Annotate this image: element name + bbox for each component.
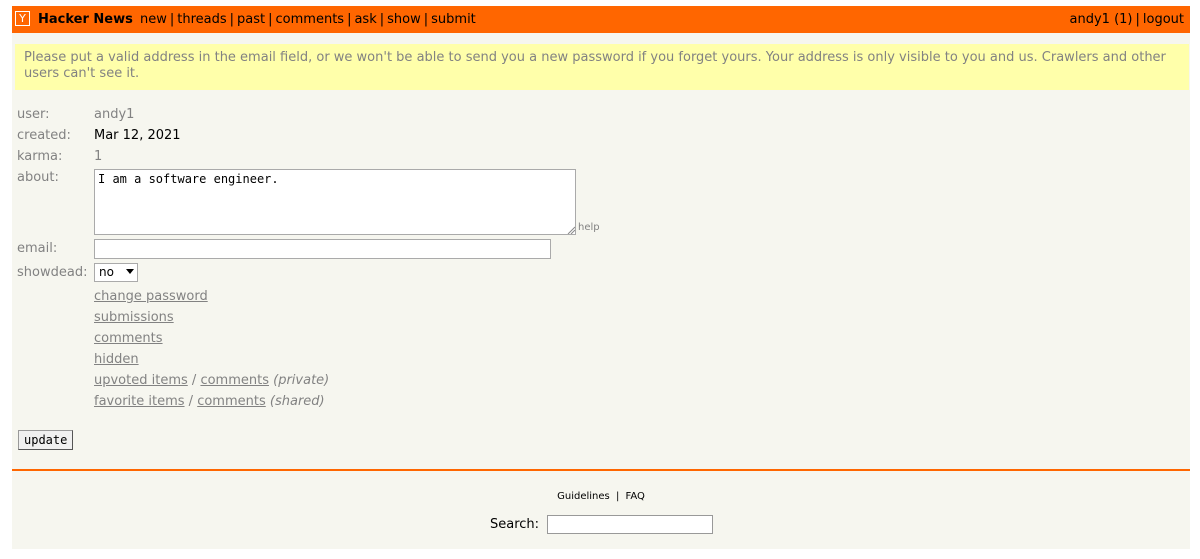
faq-link[interactable]: FAQ xyxy=(626,491,645,502)
email-notice: Please put a valid address in the email … xyxy=(15,44,1189,90)
help-link[interactable]: help xyxy=(578,222,600,233)
comments-link[interactable]: comments xyxy=(94,331,163,346)
slash-separator: / xyxy=(191,373,197,388)
email-label: email: xyxy=(17,241,58,256)
guidelines-link[interactable]: Guidelines xyxy=(557,491,610,502)
change-password-link[interactable]: change password xyxy=(94,289,208,304)
chevron-down-icon xyxy=(126,269,134,274)
footer-separator: | xyxy=(615,491,620,502)
update-button[interactable]: update xyxy=(18,430,74,450)
private-note: (private) xyxy=(273,373,330,388)
main-nav: new | threads | past | comments | ask | show | submi… xyxy=(140,12,476,27)
footer-links: Guidelines | FAQ xyxy=(12,491,1190,502)
showdead-value: no xyxy=(99,265,114,279)
nav-show[interactable]: show xyxy=(387,12,421,27)
slash-separator: / xyxy=(188,394,194,409)
nav-comments[interactable]: comments xyxy=(276,12,345,27)
about-textarea[interactable]: I am a software engineer. xyxy=(94,169,576,235)
nav-separator: | xyxy=(347,12,352,27)
about-label: about: xyxy=(17,170,59,185)
nav-separator: | xyxy=(169,12,175,27)
account-links: andy1 (1) | logout xyxy=(1070,12,1184,27)
search-label: Search: xyxy=(490,517,540,532)
logout-link[interactable]: logout xyxy=(1143,12,1184,27)
resize-handle-icon[interactable] xyxy=(567,226,575,234)
upvoted-items-link[interactable]: upvoted items xyxy=(94,373,188,388)
nav-ask[interactable]: ask xyxy=(354,12,376,27)
search-input[interactable] xyxy=(547,515,713,534)
favorite-items-link[interactable]: favorite items xyxy=(94,394,185,409)
hn-logo-icon[interactable]: Y xyxy=(15,11,30,26)
shared-note: (shared) xyxy=(269,394,325,409)
nav-separator: | xyxy=(1135,12,1140,27)
karma-value: 1 xyxy=(94,149,103,164)
user-value: andy1 xyxy=(94,107,135,122)
created-label: created: xyxy=(17,128,71,143)
nav-separator: | xyxy=(268,12,273,27)
showdead-select[interactable]: no xyxy=(94,263,138,282)
footer-divider xyxy=(12,469,1190,471)
nav-submit[interactable]: submit xyxy=(431,12,476,27)
submissions-link[interactable]: submissions xyxy=(94,310,174,325)
hidden-link[interactable]: hidden xyxy=(94,352,139,367)
favorite-line: favorite items / comments (shared) xyxy=(94,394,325,409)
showdead-label: showdead: xyxy=(17,265,88,280)
upvoted-comments-link[interactable]: comments xyxy=(200,373,269,388)
nav-past[interactable]: past xyxy=(237,12,265,27)
created-value: Mar 12, 2021 xyxy=(94,128,181,143)
nav-new[interactable]: new xyxy=(140,12,167,27)
nav-separator: | xyxy=(379,12,385,27)
nav-separator: | xyxy=(423,12,429,27)
upvoted-line: upvoted items / comments (private) xyxy=(94,373,329,388)
user-profile-link[interactable]: andy1 (1) xyxy=(1070,12,1133,27)
top-bar: Y Hacker News new | threads | past | comments |… xyxy=(12,6,1190,33)
site-title-link[interactable]: Hacker News xyxy=(38,12,133,27)
user-label: user: xyxy=(17,107,50,122)
nav-threads[interactable]: threads xyxy=(177,12,226,27)
page: Y Hacker News new | threads | past | comments |… xyxy=(12,6,1190,549)
karma-label: karma: xyxy=(17,149,63,164)
email-field[interactable] xyxy=(94,239,551,259)
favorite-comments-link[interactable]: comments xyxy=(197,394,266,409)
nav-separator: | xyxy=(229,12,235,27)
